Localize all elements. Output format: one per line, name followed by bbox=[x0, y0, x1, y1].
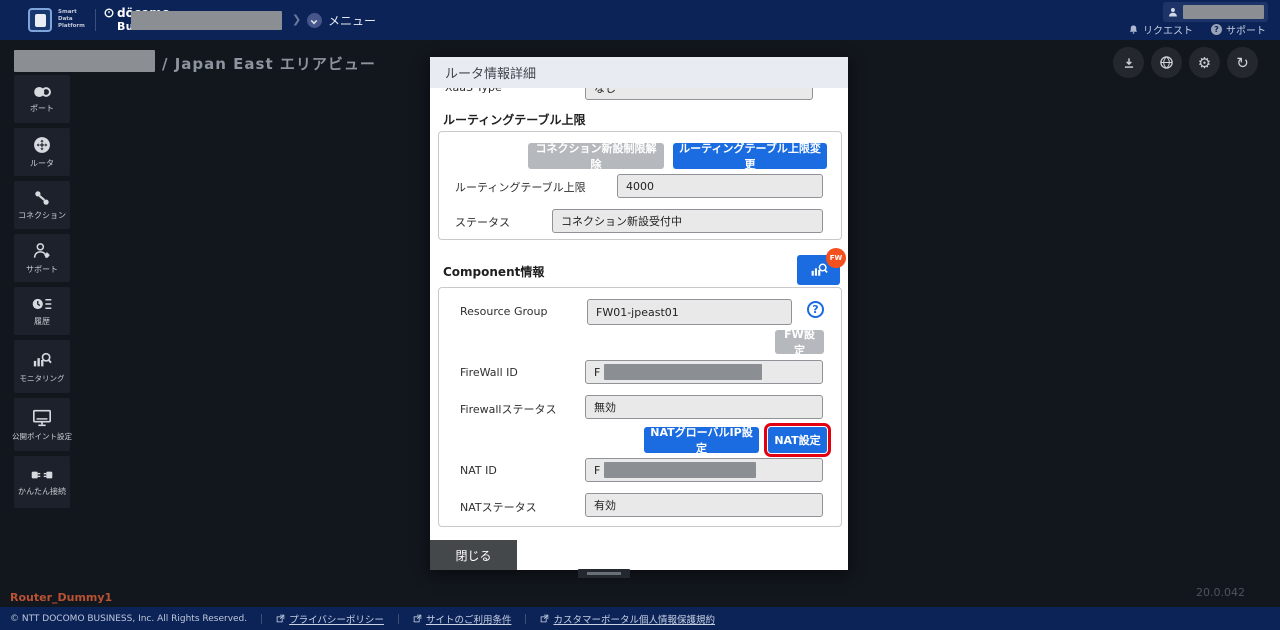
gear-icon: ⚙ bbox=[1198, 54, 1211, 72]
routing-limit-label: ルーティングテーブル上限 bbox=[455, 179, 586, 195]
port-icon bbox=[31, 84, 53, 100]
routing-limit-field[interactable]: 4000 bbox=[617, 174, 823, 198]
router-detail-modal: ルータ情報詳細 XaaS Type なし ルーティングテーブル上限 コネクション… bbox=[430, 57, 848, 570]
copyright-text: © NTT DOCOMO BUSINESS, Inc. All Rights R… bbox=[10, 614, 247, 624]
xaas-type-label: XaaS Type bbox=[445, 88, 502, 94]
download-icon bbox=[1122, 56, 1136, 70]
easy-connect-icon bbox=[30, 467, 54, 483]
sdp-logo-text: Smart Data Platform bbox=[58, 9, 85, 30]
routing-status-field[interactable]: コネクション新設受付中 bbox=[552, 209, 823, 233]
refresh-button[interactable]: ↻ bbox=[1227, 47, 1258, 78]
menu-label: メニュー bbox=[328, 12, 376, 29]
nat-global-ip-button[interactable]: NATグローバルIP設定 bbox=[644, 427, 759, 453]
help-icon[interactable]: ? bbox=[807, 301, 824, 318]
refresh-icon: ↻ bbox=[1236, 54, 1249, 72]
sidebar-item-easy-connect[interactable]: かんたん接続 bbox=[14, 456, 70, 508]
modal-title: ルータ情報詳細 bbox=[430, 57, 848, 88]
globe-button[interactable] bbox=[1151, 47, 1182, 78]
redacted-tenant-name bbox=[14, 50, 155, 72]
external-link-icon bbox=[540, 614, 549, 623]
footer-link-terms[interactable]: サイトのご利用条件 bbox=[413, 612, 512, 626]
sidebar-item-port[interactable]: ポート bbox=[14, 75, 70, 123]
nat-setting-button[interactable]: NAT設定 bbox=[768, 427, 827, 453]
page-title: / Japan East エリアビュー bbox=[162, 53, 376, 74]
sdp-logo-line2: Data bbox=[58, 16, 85, 23]
sidebar-item-public-point[interactable]: 公開ポイント設定 bbox=[14, 398, 70, 451]
sidebar-item-router[interactable]: ルータ bbox=[14, 128, 70, 176]
xaas-type-row: XaaS Type なし bbox=[430, 88, 848, 101]
resource-group-field[interactable]: FW01-jpeast01 bbox=[587, 299, 792, 325]
redacted-nat-id bbox=[604, 462, 756, 478]
chevron-down-icon bbox=[307, 13, 322, 28]
docomo-mark-icon bbox=[104, 8, 114, 18]
external-link-icon bbox=[413, 614, 422, 623]
routing-section-title: ルーティングテーブル上限 bbox=[443, 111, 586, 128]
sdp-logo-line1: Smart bbox=[58, 9, 85, 16]
fw-status-badge: FW bbox=[826, 248, 846, 268]
xaas-type-field[interactable]: なし bbox=[585, 88, 813, 100]
router-name-label: Router_Dummy1 bbox=[10, 591, 112, 604]
resource-group-label: Resource Group bbox=[460, 305, 547, 318]
external-link-icon bbox=[276, 614, 285, 623]
app-root: Smart Data Platform döcomo Business ❯ メニ… bbox=[0, 0, 1280, 630]
sidebar-item-connection[interactable]: コネクション bbox=[14, 181, 70, 229]
firewall-id-label: FireWall ID bbox=[460, 366, 518, 379]
routing-table-limit-change-button[interactable]: ルーティングテーブル上限変更 bbox=[673, 143, 827, 169]
footer-bar: © NTT DOCOMO BUSINESS, Inc. All Rights R… bbox=[0, 607, 1280, 630]
firewall-status-field[interactable]: 無効 bbox=[585, 395, 823, 419]
user-account-button[interactable] bbox=[1163, 2, 1268, 22]
monitoring-icon bbox=[809, 261, 829, 279]
public-point-icon bbox=[31, 408, 53, 428]
menu-button[interactable]: メニュー bbox=[307, 12, 376, 29]
close-button[interactable]: 閉じる bbox=[430, 540, 517, 570]
footer-divider bbox=[398, 614, 399, 624]
footer-link-personal-info[interactable]: カスタマーポータル個人情報保護規約 bbox=[540, 612, 715, 626]
support-person-icon bbox=[31, 241, 53, 261]
router-icon bbox=[32, 135, 52, 155]
firewall-id-field[interactable]: F bbox=[585, 360, 823, 384]
sidebar-item-history[interactable]: 履歴 bbox=[14, 287, 70, 335]
component-section-title: Component情報 bbox=[443, 263, 544, 280]
footer-link-privacy[interactable]: プライバシーポリシー bbox=[276, 612, 384, 626]
nat-status-label: NATステータス bbox=[460, 499, 537, 515]
routing-status-label: ステータス bbox=[455, 214, 510, 230]
fw-setting-button[interactable]: FW設定 bbox=[775, 330, 824, 354]
firewall-status-label: Firewallステータス bbox=[460, 401, 556, 417]
sdp-logo-line3: Platform bbox=[58, 23, 85, 30]
support-link[interactable]: ? サポート bbox=[1211, 22, 1266, 37]
nat-id-label: NAT ID bbox=[460, 464, 497, 477]
sidebar-item-support[interactable]: サポート bbox=[14, 234, 70, 282]
connection-icon bbox=[32, 189, 52, 207]
sidebar-item-monitoring[interactable]: モニタリング bbox=[14, 340, 70, 393]
nat-status-field[interactable]: 有効 bbox=[585, 493, 823, 517]
request-link[interactable]: リクエスト bbox=[1128, 22, 1193, 37]
logo-divider bbox=[95, 9, 96, 31]
redacted-username bbox=[1183, 5, 1264, 19]
redacted-breadcrumb bbox=[131, 11, 282, 30]
background-area-label bbox=[578, 569, 630, 578]
monitoring-icon bbox=[31, 350, 53, 370]
breadcrumb-separator: ❯ bbox=[292, 13, 301, 26]
top-navbar: Smart Data Platform döcomo Business ❯ メニ… bbox=[0, 0, 1280, 40]
settings-button[interactable]: ⚙ bbox=[1189, 47, 1220, 78]
support-label: サポート bbox=[1226, 22, 1266, 37]
question-icon: ? bbox=[1211, 24, 1222, 35]
sdp-logo-icon bbox=[28, 8, 52, 32]
version-label: 20.0.042 bbox=[1196, 586, 1245, 599]
nat-id-field[interactable]: F bbox=[585, 458, 823, 482]
globe-icon bbox=[1159, 55, 1174, 70]
connection-limit-release-button[interactable]: コネクション新設制限解除 bbox=[528, 143, 664, 169]
history-icon bbox=[31, 295, 53, 313]
request-label: リクエスト bbox=[1143, 22, 1193, 37]
footer-divider bbox=[525, 614, 526, 624]
download-button[interactable] bbox=[1113, 47, 1144, 78]
bell-icon bbox=[1128, 24, 1139, 35]
footer-divider bbox=[261, 614, 262, 624]
user-icon bbox=[1167, 6, 1179, 18]
redacted-firewall-id bbox=[604, 364, 762, 380]
